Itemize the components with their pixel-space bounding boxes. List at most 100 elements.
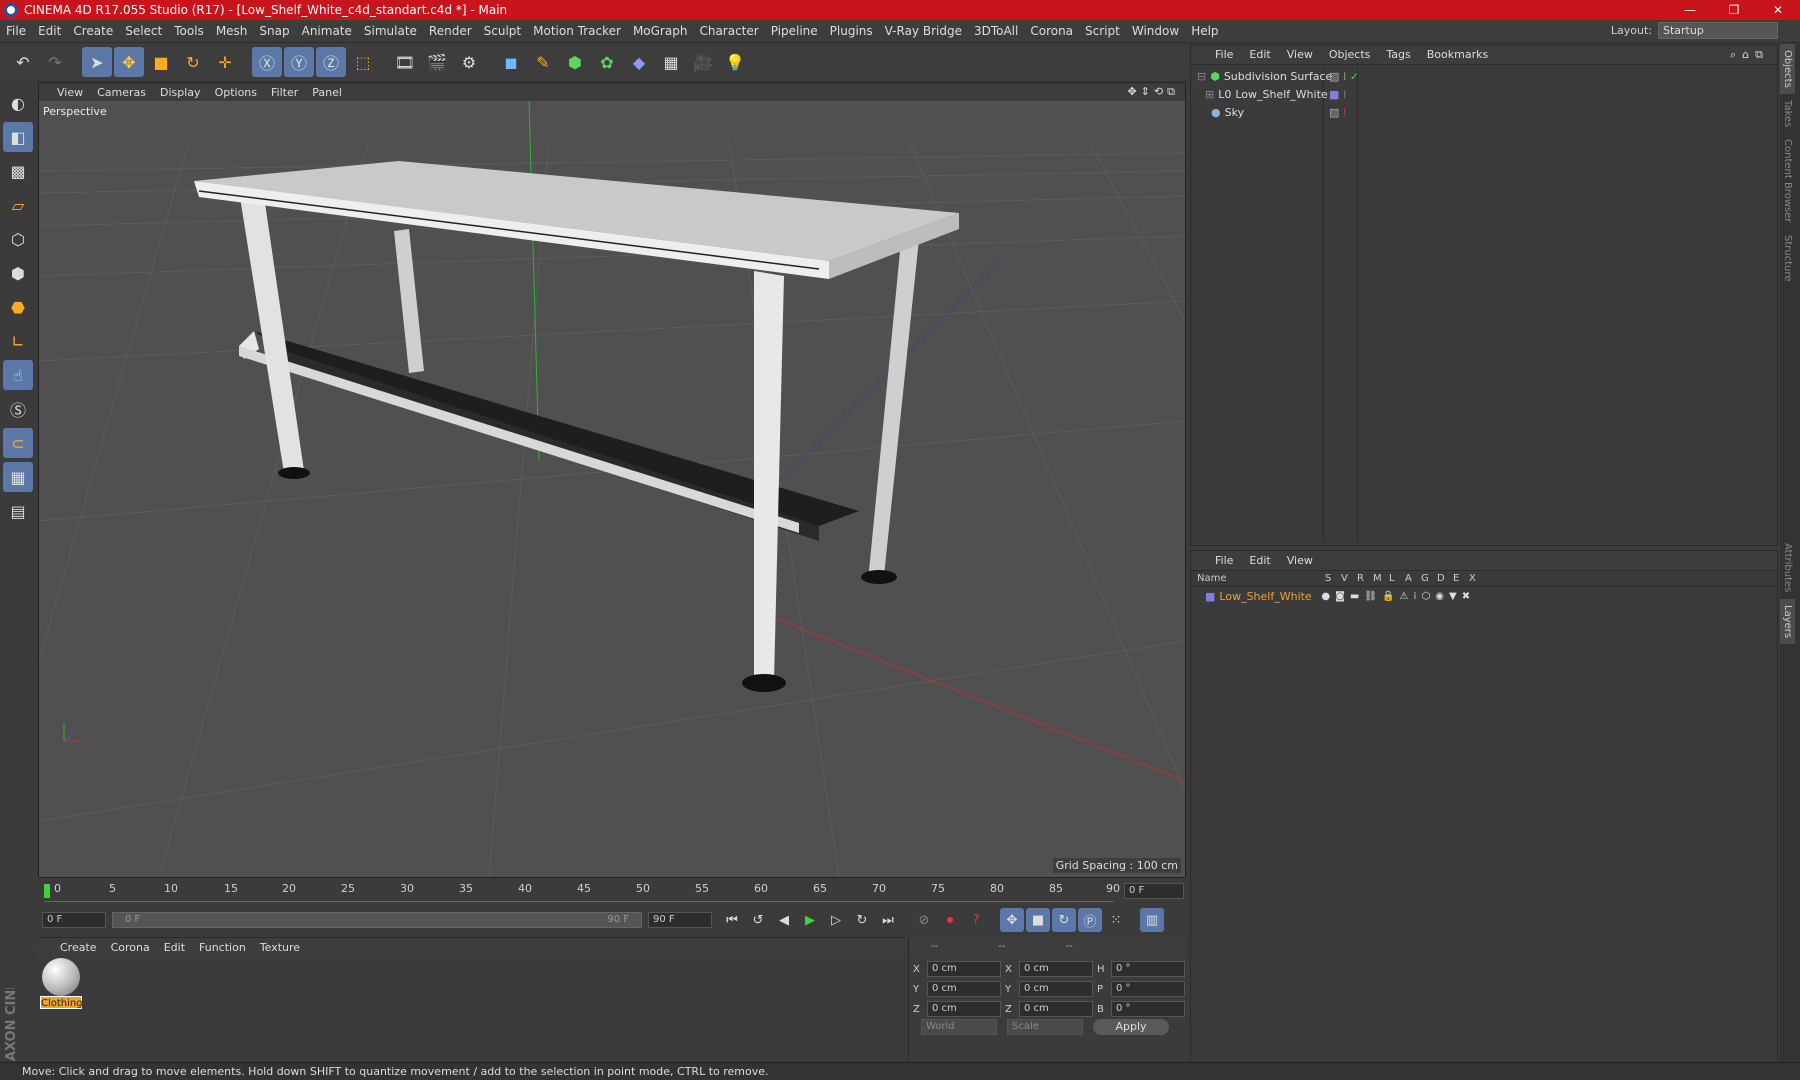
viewport-menu-panel[interactable]: Panel	[312, 86, 342, 99]
object-row-subdivision-surface[interactable]: ⊟ ⬢ Subdivision Surface ▨ ⁞ ✓	[1191, 67, 1777, 85]
menu-sculpt[interactable]: Sculpt	[478, 24, 527, 38]
make-editable-icon[interactable]: ◐	[3, 88, 33, 118]
viewport-menu-display[interactable]: Display	[160, 86, 201, 99]
render-settings-icon[interactable]: ⚙	[454, 47, 484, 77]
object-menu-objects[interactable]: Objects	[1329, 48, 1371, 61]
tab-objects[interactable]: Objects	[1780, 44, 1795, 94]
layer-color-icon[interactable]: ■	[1205, 590, 1215, 603]
tab-takes[interactable]: Takes	[1780, 94, 1795, 133]
maximize-button[interactable]: ❐	[1712, 0, 1756, 20]
menu-select[interactable]: Select	[119, 24, 168, 38]
previous-key-icon[interactable]: ↺	[746, 908, 770, 932]
snap-icon[interactable]: Ⓢ	[3, 394, 33, 424]
pen-spline-icon[interactable]: ✎	[528, 47, 558, 77]
apply-button[interactable]: Apply	[1093, 1019, 1169, 1035]
size-mode-dropdown[interactable]: Scale	[1007, 1019, 1083, 1035]
previous-frame-icon[interactable]: ◀	[772, 908, 796, 932]
menu-3dtoall[interactable]: 3DToAll	[968, 24, 1024, 38]
menu-corona[interactable]: Corona	[1024, 24, 1079, 38]
render-view-icon[interactable]: 🎞	[390, 47, 420, 77]
play-icon[interactable]: ▶	[798, 908, 822, 932]
menu-animate[interactable]: Animate	[296, 24, 358, 38]
viewport-menu-cameras[interactable]: Cameras	[97, 86, 146, 99]
frame-range-slider[interactable]: 0 F 90 F	[112, 912, 642, 928]
menu-window[interactable]: Window	[1126, 24, 1185, 38]
size-y-field[interactable]: 0 cm	[1019, 981, 1093, 997]
live-select-icon[interactable]: ✛	[210, 47, 240, 77]
expand-icon[interactable]: ⊞	[1205, 88, 1214, 101]
viewport-menu-filter[interactable]: Filter	[271, 86, 298, 99]
y-axis-icon[interactable]: Ⓨ	[284, 47, 314, 77]
key-pla-icon[interactable]: ⁙	[1104, 908, 1128, 932]
menu-edit[interactable]: Edit	[32, 24, 67, 38]
menu-tools[interactable]: Tools	[168, 24, 210, 38]
menu-help[interactable]: Help	[1185, 24, 1224, 38]
menu-script[interactable]: Script	[1079, 24, 1126, 38]
go-to-start-icon[interactable]: ⏮	[720, 908, 744, 932]
layer-menu-view[interactable]: View	[1287, 554, 1313, 567]
key-scale-icon[interactable]: ■	[1026, 908, 1050, 932]
magnet-icon[interactable]: ⊂	[3, 428, 33, 458]
material-menu-texture[interactable]: Texture	[260, 941, 300, 954]
coordinate-mode-dropdown[interactable]: World	[921, 1019, 997, 1035]
z-axis-icon[interactable]: Ⓩ	[316, 47, 346, 77]
workplane-lock-icon[interactable]: ▦	[3, 462, 33, 492]
key-position-icon[interactable]: ✥	[1000, 908, 1024, 932]
minimize-button[interactable]: —	[1668, 0, 1712, 20]
visibility-toggle-icon[interactable]: ▨ ⁞ ✓	[1329, 70, 1359, 83]
menu-create[interactable]: Create	[67, 24, 119, 38]
rotation-b-field[interactable]: 0 °	[1111, 1001, 1185, 1017]
visibility-toggle-icon[interactable]: ▨ ⁞	[1329, 106, 1346, 119]
points-mode-icon[interactable]: ⬡	[3, 224, 33, 254]
record-keys-icon[interactable]: ⏺	[938, 908, 962, 932]
key-rotation-icon[interactable]: ↻	[1052, 908, 1076, 932]
position-y-field[interactable]: 0 cm	[927, 981, 1001, 997]
menu-snap[interactable]: Snap	[253, 24, 295, 38]
playhead-marker[interactable]	[44, 884, 50, 898]
motion-record-icon[interactable]: ⊘	[912, 908, 936, 932]
viewport-scene[interactable]	[39, 101, 1185, 877]
menu-mograph[interactable]: MoGraph	[627, 24, 694, 38]
object-menu-tags[interactable]: Tags	[1386, 48, 1410, 61]
light-icon[interactable]: 💡	[720, 47, 750, 77]
render-picture-viewer-icon[interactable]: 🎬	[422, 47, 452, 77]
deformer-icon[interactable]: ◆	[624, 47, 654, 77]
size-x-field[interactable]: 0 cm	[1019, 961, 1093, 977]
object-row-low-shelf-white[interactable]: ⊞ L0 Low_Shelf_White ■ ⁞	[1191, 85, 1777, 103]
timeline-ruler[interactable]: 0 5 10 15 20 25 30 35 40 45 50 55 60 65 …	[38, 880, 1186, 904]
edges-mode-icon[interactable]: ⬢	[3, 258, 33, 288]
layer-menu-edit[interactable]: Edit	[1249, 554, 1270, 567]
rotation-p-field[interactable]: 0 °	[1111, 981, 1185, 997]
move-tool-icon[interactable]: ✥	[114, 47, 144, 77]
floor-icon[interactable]: ▦	[656, 47, 686, 77]
model-mode-icon[interactable]: ◧	[3, 122, 33, 152]
object-manager-search-icon[interactable]: ⌕⌂⧉	[1730, 48, 1769, 62]
position-x-field[interactable]: 0 cm	[927, 961, 1001, 977]
size-z-field[interactable]: 0 cm	[1019, 1001, 1093, 1017]
menu-render[interactable]: Render	[423, 24, 478, 38]
go-to-end-icon[interactable]: ⏭	[876, 908, 900, 932]
material-menu-edit[interactable]: Edit	[164, 941, 185, 954]
menu-motion-tracker[interactable]: Motion Tracker	[527, 24, 627, 38]
rotation-h-field[interactable]: 0 °	[1111, 961, 1185, 977]
material-menu-function[interactable]: Function	[199, 941, 246, 954]
end-frame-field[interactable]: 90 F	[648, 912, 712, 928]
material-menu-corona[interactable]: Corona	[111, 941, 150, 954]
workplane-icon[interactable]: ▱	[3, 190, 33, 220]
menu-mesh[interactable]: Mesh	[210, 24, 254, 38]
object-row-sky[interactable]: ● Sky ▨ ⁞	[1191, 103, 1777, 121]
menu-plugins[interactable]: Plugins	[824, 24, 879, 38]
current-frame-field[interactable]: 0 F	[1124, 883, 1184, 899]
grid-lock-icon[interactable]: ▤	[3, 496, 33, 526]
axis-mode-icon[interactable]: ∟	[3, 326, 33, 356]
layer-flags-icon[interactable]: ●◙▬⛓🔒⚠⁞⬡◉▼✖	[1321, 591, 1475, 602]
next-key-icon[interactable]: ↻	[850, 908, 874, 932]
subdivision-icon[interactable]: ⬢	[560, 47, 590, 77]
select-tool-icon[interactable]: ➤	[82, 47, 112, 77]
menu-simulate[interactable]: Simulate	[358, 24, 423, 38]
object-menu-edit[interactable]: Edit	[1249, 48, 1270, 61]
object-menu-bookmarks[interactable]: Bookmarks	[1427, 48, 1488, 61]
viewport-menu-options[interactable]: Options	[215, 86, 257, 99]
start-frame-field[interactable]: 0 F	[42, 912, 106, 928]
viewport-nav-icons[interactable]: ✥⇕⟲⧉	[1127, 85, 1179, 99]
